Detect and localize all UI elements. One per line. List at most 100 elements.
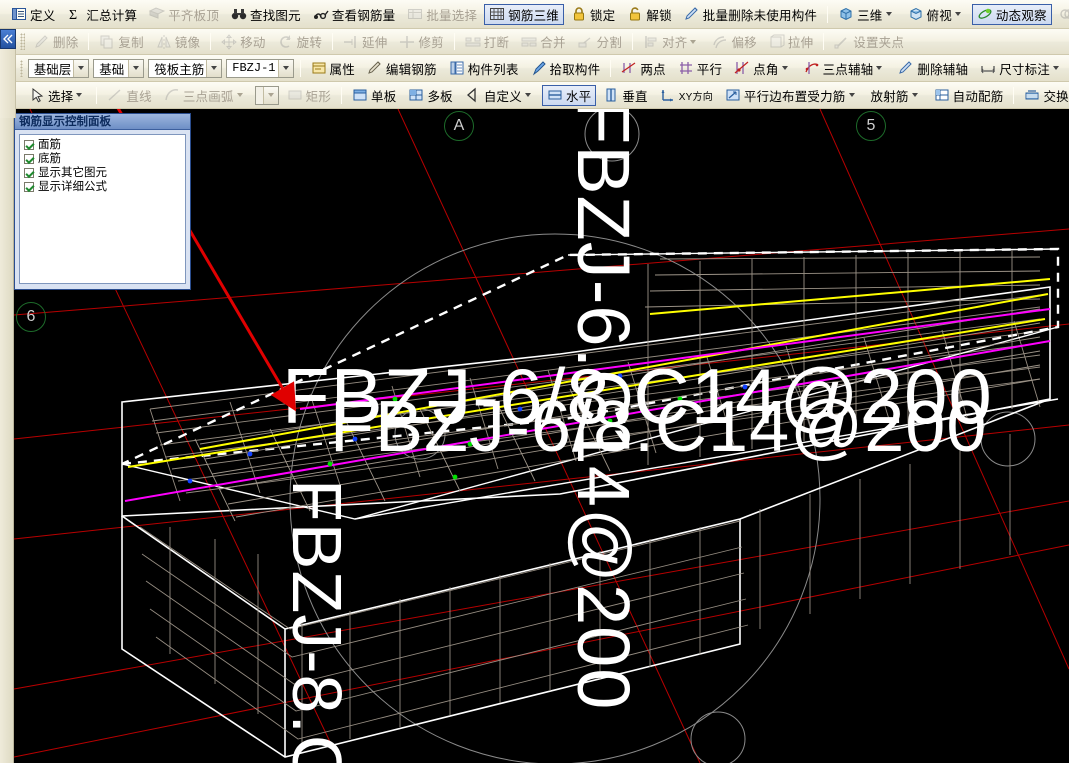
toolbar-button-split[interactable]: 分割: [573, 31, 627, 52]
toolbar-button-delete-axis[interactable]: 删除辅轴: [893, 58, 973, 79]
toolbar-button-batch-delete-unused[interactable]: 批量删除未使用构件: [679, 4, 822, 25]
toolbar-label: 旋转: [296, 36, 323, 50]
toolbar-gripper[interactable]: [20, 59, 23, 77]
floor-select[interactable]: 基础层: [27, 58, 90, 78]
toolbar-button-find-element[interactable]: 查找图元: [226, 4, 306, 25]
toolbar-button-custom[interactable]: 自定义: [460, 85, 540, 106]
multi-slab-icon: [408, 87, 424, 103]
toolbar-button-trim[interactable]: 修剪: [394, 31, 448, 52]
toolbar-button-move[interactable]: 移动: [216, 31, 270, 52]
arc-param-select[interactable]: [254, 85, 279, 105]
toolbar-button-auto-rebar[interactable]: 自动配筋: [929, 85, 1009, 106]
chevron-down-icon[interactable]: [848, 93, 855, 97]
category-select[interactable]: 基础: [93, 58, 145, 78]
chevron-down-icon[interactable]: [690, 39, 697, 44]
toolbar-button-component-list[interactable]: 构件列表: [444, 58, 524, 79]
dock-collapse-button[interactable]: [0, 29, 16, 49]
toolbar-button-define[interactable]: 定义: [6, 4, 60, 25]
chevron-down-icon[interactable]: [911, 93, 918, 97]
toolbar-button-two-point-axis[interactable]: 两点: [616, 58, 670, 79]
toolbar-button-batch-select[interactable]: 批量选择: [402, 4, 482, 25]
toolbar-button-rebar-3d[interactable]: 钢筋三维: [484, 3, 564, 25]
toolbar-button-select[interactable]: 选择: [24, 85, 91, 106]
toolbar-button-three-point-axis[interactable]: 三点辅轴: [799, 58, 892, 79]
checkbox-top-rebar[interactable]: [24, 139, 34, 150]
toolbar-button-summary-calc[interactable]: Σ 汇总计算: [62, 4, 142, 25]
toolbar-separator: [299, 59, 301, 77]
chevron-down-icon[interactable]: [236, 93, 243, 97]
merge-icon: [521, 34, 537, 50]
toolbar-context: 基础层 基础 筏板主筋 FBZJ-1 属性 编辑钢筋 构件列表 拾取构件 两点 …: [0, 55, 1069, 82]
toolbar-button-three-point-arc[interactable]: 三点画弧: [159, 85, 252, 106]
checkbox-row-show-other-elements[interactable]: 显示其它图元: [24, 166, 183, 179]
chevron-down-icon[interactable]: [954, 12, 961, 16]
toolbar-button-mirror[interactable]: 镜像: [151, 31, 205, 52]
chevron-down-icon[interactable]: [524, 93, 531, 97]
drawing-canvas[interactable]: FBZJ-6/8.C14@200 FBZJ-6/8.C14@200 FBZJ-8…: [0, 109, 1069, 763]
toolbar-button-set-grip[interactable]: 设置夹点: [829, 31, 909, 52]
checkbox-show-detail-formula[interactable]: [24, 181, 34, 192]
toolbar-button-parallel-axis[interactable]: 平行: [673, 58, 727, 79]
component-name-select[interactable]: FBZJ-1: [226, 58, 294, 78]
toolbar-gripper[interactable]: [20, 33, 25, 50]
toolbar-button-stretch[interactable]: 拉伸: [764, 31, 818, 52]
toolbar-button-horizontal[interactable]: 水平: [541, 84, 597, 106]
toolbar-button-3d-view[interactable]: 三维: [833, 4, 900, 25]
checkbox-row-show-detail-formula[interactable]: 显示详细公式: [24, 180, 183, 193]
checkbox-show-other-elements[interactable]: [24, 167, 34, 178]
toolbar-button-unlock[interactable]: 解锁: [622, 4, 676, 25]
toolbar-button-align-slab-top[interactable]: 平齐板顶: [144, 4, 224, 25]
chevron-down-icon[interactable]: [76, 93, 83, 97]
toolbar-button-merge[interactable]: 合并: [516, 31, 570, 52]
toolbar-button-offset[interactable]: 偏移: [707, 31, 761, 52]
toolbar-button-rotate[interactable]: 旋转: [273, 31, 327, 52]
toolbar-button-delete[interactable]: 删除: [29, 31, 83, 52]
chevron-down-icon[interactable]: [876, 66, 883, 70]
toolbar-button-vertical[interactable]: 垂直: [598, 85, 652, 106]
chevron-down-icon[interactable]: [277, 59, 293, 77]
axis-marker-label: A: [453, 117, 465, 134]
binoculars-icon: [231, 6, 247, 22]
checkbox-row-bottom-rebar[interactable]: 底筋: [24, 152, 183, 165]
toolbar-button-xy-direction[interactable]: XY方向: [655, 85, 718, 106]
toolbar-button-multi-slab[interactable]: 多板: [403, 85, 457, 106]
chevron-down-icon[interactable]: [73, 59, 89, 77]
toolbar-button-lock[interactable]: 锁定: [566, 4, 620, 25]
checkbox-row-top-rebar[interactable]: 面筋: [24, 138, 183, 151]
toolbar-button-copy[interactable]: 复制: [94, 31, 148, 52]
rebar-display-control-panel[interactable]: 钢筋显示控制面板 面筋 底筋 显示其它图元 显示详细公式: [14, 113, 191, 290]
toolbar-button-partial-3d[interactable]: 局部三维: [1054, 4, 1069, 25]
toolbar-button-dynamic-orbit[interactable]: 动态观察: [971, 3, 1052, 25]
chevron-down-icon[interactable]: [206, 59, 222, 77]
chevron-down-icon[interactable]: [262, 86, 278, 104]
toolbar-button-line[interactable]: 直线: [102, 85, 156, 106]
toolbar-button-parallel-edge-rebar[interactable]: 平行边布置受力筋: [720, 85, 864, 106]
toolbar-button-radial-rebar[interactable]: 放射筋: [866, 85, 927, 106]
toolbar-button-break[interactable]: 打断: [460, 31, 514, 52]
chevron-down-icon[interactable]: [781, 66, 788, 70]
unlock-icon: [627, 6, 643, 22]
toolbar-button-top-view[interactable]: 俯视: [903, 4, 970, 25]
toolbar-button-properties[interactable]: 属性: [306, 58, 360, 79]
toolbar-button-single-slab[interactable]: 单板: [347, 85, 401, 106]
toolbar-label: 对齐: [662, 36, 688, 50]
toolbar-button-pick-component[interactable]: 拾取构件: [526, 58, 606, 79]
toolbar-label: 移动: [240, 36, 266, 50]
toolbar-button-dimension[interactable]: 尺寸标注: [975, 58, 1068, 79]
toolbar-button-swap-annotation[interactable]: 交换左右标注: [1019, 85, 1069, 106]
component-type-select[interactable]: 筏板主筋: [148, 58, 223, 78]
toolbar-button-rectangle[interactable]: 矩形: [282, 85, 336, 106]
chevron-down-icon[interactable]: [128, 59, 144, 77]
component-name-select-value: FBZJ-1: [232, 61, 276, 75]
toolbar-button-edit-rebar[interactable]: 编辑钢筋: [362, 58, 442, 79]
toolbar-button-point-angle[interactable]: 点角: [729, 58, 796, 79]
rebar-3d-icon: [489, 6, 505, 22]
chevron-down-icon[interactable]: [885, 12, 892, 16]
toolbar-button-extend[interactable]: 延伸: [338, 31, 392, 52]
chevron-down-icon[interactable]: [1053, 66, 1059, 70]
define-icon: [11, 6, 27, 22]
checkbox-bottom-rebar[interactable]: [24, 153, 34, 164]
toolbar-label: 打断: [483, 36, 510, 50]
toolbar-button-align[interactable]: 对齐: [638, 31, 705, 52]
toolbar-button-view-rebar-qty[interactable]: 查看钢筋量: [308, 4, 401, 25]
